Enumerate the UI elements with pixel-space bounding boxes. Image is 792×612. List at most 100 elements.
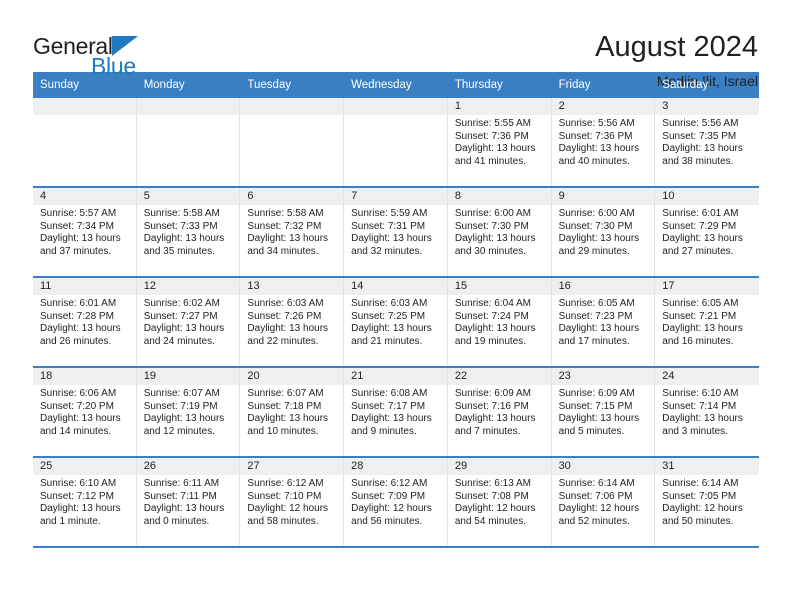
day-cell[interactable]: 11 Sunrise: 6:01 AM Sunset: 7:28 PM Dayligh… [33,278,137,366]
daylight-text-line1: Daylight: 12 hours [558,503,640,515]
day-sun-info: Sunrise: 5:59 AM Sunset: 7:31 PM Daylight:… [344,205,447,258]
day-number: 25 [33,458,136,475]
day-cell[interactable]: 8 Sunrise: 6:00 AM Sunset: 7:30 PM Daylight… [447,188,552,276]
daylight-text-line2: and 9 minutes. [351,425,417,437]
day-cell[interactable]: 27 Sunrise: 6:12 AM Sunset: 7:10 PM Dayligh… [240,458,345,546]
day-sun-info: Sunrise: 5:56 AM Sunset: 7:36 PM Daylight:… [552,115,655,168]
calendar-weeks: 1 Sunrise: 5:55 AM Sunset: 7:36 PM Daylight… [33,98,759,548]
day-cell[interactable]: 18 Sunrise: 6:06 AM Sunset: 7:20 PM Dayligh… [33,368,137,456]
day-cell[interactable]: 14 Sunrise: 6:03 AM Sunset: 7:25 PM Dayligh… [344,278,448,366]
day-number: 26 [136,458,240,475]
sunset-text: Sunset: 7:31 PM [351,220,426,232]
day-number [344,98,447,115]
daylight-text-line2: and 16 minutes. [662,335,734,347]
sunrise-text: Sunrise: 6:09 AM [558,388,635,399]
sunrise-text: Sunrise: 6:02 AM [143,298,220,309]
weekday-header-friday: Friday [558,79,591,91]
day-cell[interactable]: 31 Sunrise: 6:14 AM Sunset: 7:05 PM Dayligh… [655,458,759,546]
day-number: 12 [136,278,240,295]
weekday-header-tuesday: Tuesday [247,79,292,91]
day-sun-info: Sunrise: 6:07 AM Sunset: 7:19 PM Daylight:… [137,385,240,438]
daylight-text-line2: and 22 minutes. [247,335,319,347]
day-cell[interactable]: 9 Sunrise: 6:00 AM Sunset: 7:30 PM Daylight… [551,188,656,276]
page-header: General Blue August 2024 Modiin Ilit, Is… [0,0,792,89]
sunset-text: Sunset: 7:16 PM [454,400,529,412]
day-cell[interactable]: 21 Sunrise: 6:08 AM Sunset: 7:17 PM Dayligh… [344,368,448,456]
day-cell[interactable]: 16 Sunrise: 6:05 AM Sunset: 7:23 PM Dayligh… [551,278,656,366]
day-number: 7 [344,188,447,205]
day-sun-info: Sunrise: 6:11 AM Sunset: 7:11 PM Daylight:… [137,475,240,528]
page-title: August 2024 [595,31,758,63]
sunset-text: Sunset: 7:05 PM [662,490,737,502]
day-number: 5 [136,188,240,205]
day-cell[interactable]: 23 Sunrise: 6:09 AM Sunset: 7:15 PM Dayligh… [551,368,656,456]
daylight-text-line2: and 7 minutes. [454,425,521,437]
day-cell[interactable]: 19 Sunrise: 6:07 AM Sunset: 7:19 PM Dayligh… [136,368,241,456]
day-number: 16 [551,278,655,295]
daylight-text-line1: Daylight: 13 hours [247,323,329,335]
sunset-text: Sunset: 7:30 PM [454,220,529,232]
daylight-text-line1: Daylight: 13 hours [40,323,121,335]
day-cell[interactable]: 22 Sunrise: 6:09 AM Sunset: 7:16 PM Dayligh… [447,368,552,456]
sunrise-text: Sunrise: 6:14 AM [558,478,635,489]
day-cell[interactable]: 29 Sunrise: 6:13 AM Sunset: 7:08 PM Dayligh… [447,458,552,546]
weekday-header-monday: Monday [143,79,185,91]
daylight-text-line1: Daylight: 13 hours [558,413,640,425]
day-cell[interactable]: 6 Sunrise: 5:58 AM Sunset: 7:32 PM Daylight… [240,188,345,276]
day-sun-info: Sunrise: 6:10 AM Sunset: 7:12 PM Daylight:… [33,475,136,528]
sunset-text: Sunset: 7:23 PM [558,310,633,322]
sunrise-text: Sunrise: 6:00 AM [558,208,635,219]
sunset-text: Sunset: 7:36 PM [454,130,529,142]
day-sun-info: Sunrise: 6:12 AM Sunset: 7:10 PM Daylight:… [240,475,343,528]
day-cell[interactable]: 20 Sunrise: 6:07 AM Sunset: 7:18 PM Dayligh… [240,368,345,456]
day-cell[interactable]: 5 Sunrise: 5:58 AM Sunset: 7:33 PM Daylight… [136,188,241,276]
daylight-text-line1: Daylight: 13 hours [247,413,329,425]
day-cell[interactable]: 12 Sunrise: 6:02 AM Sunset: 7:27 PM Dayligh… [136,278,241,366]
sunset-text: Sunset: 7:17 PM [351,400,426,412]
day-cell[interactable]: 4 Sunrise: 5:57 AM Sunset: 7:34 PM Daylight… [33,188,137,276]
day-cell[interactable]: 3 Sunrise: 5:56 AM Sunset: 7:35 PM Daylight… [655,98,759,186]
day-cell[interactable]: 15 Sunrise: 6:04 AM Sunset: 7:24 PM Dayligh… [447,278,552,366]
day-cell[interactable]: 24 Sunrise: 6:10 AM Sunset: 7:14 PM Dayligh… [655,368,759,456]
day-cell[interactable]: 26 Sunrise: 6:11 AM Sunset: 7:11 PM Dayligh… [136,458,241,546]
sunset-text: Sunset: 7:18 PM [247,400,322,412]
daylight-text-line1: Daylight: 13 hours [662,413,743,425]
day-cell[interactable]: 7 Sunrise: 5:59 AM Sunset: 7:31 PM Daylight… [344,188,448,276]
day-sun-info: Sunrise: 6:10 AM Sunset: 7:14 PM Daylight:… [655,385,759,438]
weekday-header-row: Sunday Monday Tuesday Wednesday Thursday… [33,72,759,98]
general-blue-logo: General Blue [33,30,138,78]
calendar-week-row: 4 Sunrise: 5:57 AM Sunset: 7:34 PM Daylight… [33,188,759,278]
day-cell[interactable]: 10 Sunrise: 6:01 AM Sunset: 7:29 PM Dayligh… [655,188,759,276]
daylight-text-line1: Daylight: 13 hours [351,413,432,425]
sunset-text: Sunset: 7:12 PM [40,490,114,502]
daylight-text-line1: Daylight: 13 hours [351,323,432,335]
day-number: 8 [447,188,551,205]
day-cell[interactable]: 30 Sunrise: 6:14 AM Sunset: 7:06 PM Dayligh… [551,458,656,546]
day-sun-info: Sunrise: 6:13 AM Sunset: 7:08 PM Daylight:… [448,475,551,528]
day-number: 28 [344,458,447,475]
day-sun-info: Sunrise: 5:56 AM Sunset: 7:35 PM Daylight:… [655,115,759,168]
day-sun-info: Sunrise: 5:57 AM Sunset: 7:34 PM Daylight:… [33,205,136,258]
day-sun-info: Sunrise: 5:58 AM Sunset: 7:32 PM Daylight:… [240,205,343,258]
daylight-text-line2: and 14 minutes. [40,425,112,437]
daylight-text-line1: Daylight: 13 hours [662,233,743,245]
day-cell[interactable]: 28 Sunrise: 6:12 AM Sunset: 7:09 PM Dayligh… [344,458,448,546]
daylight-text-line1: Daylight: 13 hours [558,143,640,155]
day-sun-info: Sunrise: 6:01 AM Sunset: 7:29 PM Daylight:… [655,205,759,258]
day-cell[interactable]: 1 Sunrise: 5:55 AM Sunset: 7:36 PM Daylight… [447,98,552,186]
daylight-text-line1: Daylight: 13 hours [662,323,743,335]
daylight-text-line1: Daylight: 13 hours [662,143,743,155]
sunrise-text: Sunrise: 6:04 AM [454,298,531,309]
day-cell[interactable]: 2 Sunrise: 5:56 AM Sunset: 7:36 PM Daylight… [551,98,656,186]
daylight-text-line1: Daylight: 13 hours [143,503,225,515]
day-cell[interactable]: 17 Sunrise: 6:05 AM Sunset: 7:21 PM Dayligh… [655,278,759,366]
day-number: 14 [344,278,447,295]
sunrise-text: Sunrise: 5:59 AM [351,208,428,219]
daylight-text-line2: and 1 minute. [40,515,101,527]
daylight-text-line1: Daylight: 12 hours [247,503,329,515]
sunrise-text: Sunrise: 6:13 AM [454,478,531,489]
day-number [240,98,344,115]
day-cell[interactable]: 25 Sunrise: 6:10 AM Sunset: 7:12 PM Dayligh… [33,458,137,546]
day-cell[interactable]: 13 Sunrise: 6:03 AM Sunset: 7:26 PM Dayligh… [240,278,345,366]
day-number: 21 [344,368,447,385]
